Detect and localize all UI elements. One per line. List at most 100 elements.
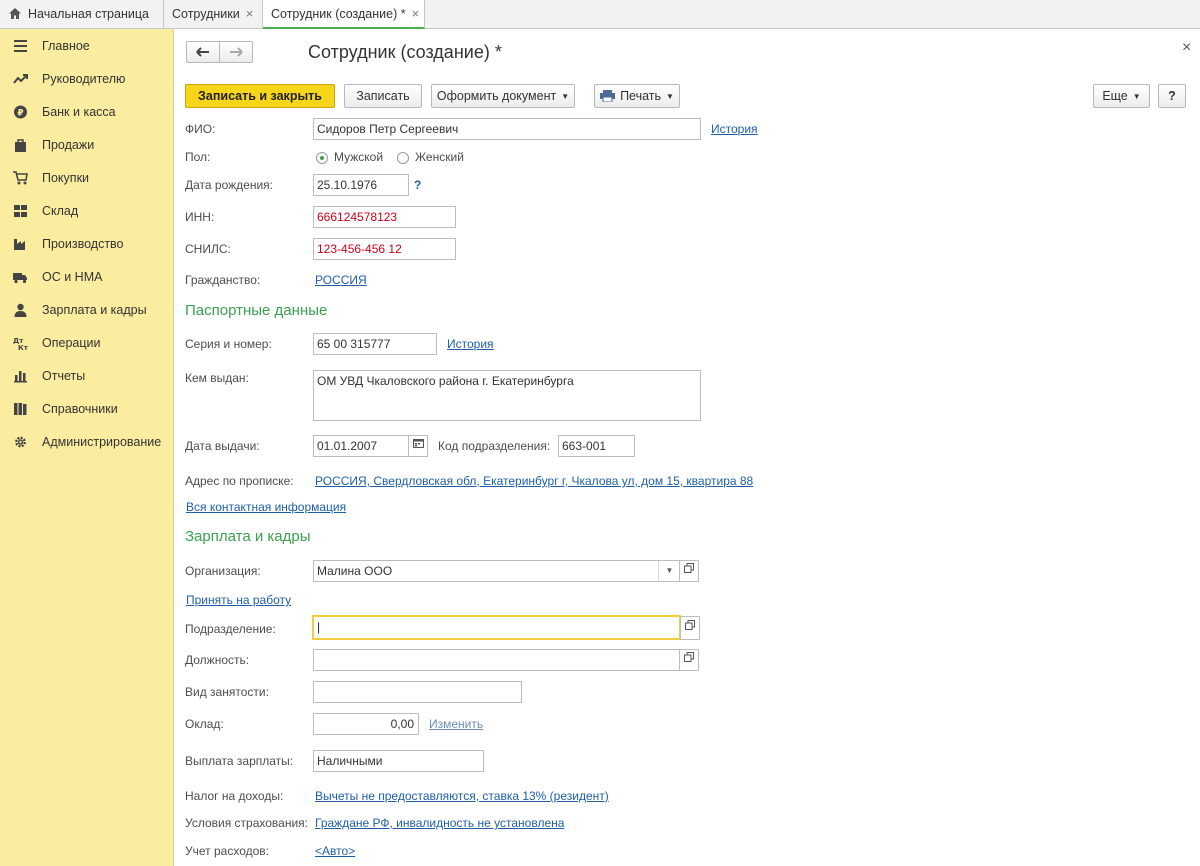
sidebar-item-bank[interactable]: ₽ Банк и касса (0, 100, 173, 124)
organization-open-button[interactable] (679, 560, 699, 582)
sidebar-item-operations[interactable]: Дт Кт Операции (0, 331, 173, 355)
salary-change-link[interactable]: Изменить (429, 717, 483, 731)
calendar-icon (412, 439, 424, 448)
address-link[interactable]: РОССИЯ, Свердловская обл, Екатеринбург г… (315, 474, 753, 488)
citizenship-link[interactable]: РОССИЯ (315, 273, 367, 287)
debit-credit-icon: ДтКт (13, 337, 28, 350)
issued-by-textarea[interactable]: ОМ УВД Чкаловского района г. Екатеринбур… (313, 370, 701, 421)
snils-label: СНИЛС: (185, 242, 231, 256)
sidebar-item-salary[interactable]: Зарплата и кадры (0, 298, 173, 322)
sidebar-item-production[interactable]: Производство (0, 232, 173, 256)
print-label: Печать (620, 89, 662, 103)
salary-label: Оклад: (185, 717, 224, 731)
fio-label: ФИО: (185, 122, 216, 136)
tab-current-label: Сотрудник (создание) * (271, 7, 406, 21)
open-window-icon (685, 620, 695, 630)
close-icon[interactable]: × (412, 6, 420, 21)
more-button[interactable]: Еще ▼ (1093, 84, 1150, 108)
sex-female-radio[interactable] (397, 152, 409, 164)
dropdown-arrow-icon: ▼ (1132, 92, 1141, 101)
page-title: Сотрудник (создание) * (308, 42, 502, 62)
sidebar-item-label: Справочники (42, 402, 118, 416)
position-open-button[interactable] (679, 649, 699, 671)
sidebar-item-label: Администрирование (42, 435, 162, 449)
division-input[interactable]: | (312, 615, 681, 640)
inn-input[interactable]: 666124578123 (313, 206, 456, 228)
help-button[interactable]: ? (1158, 84, 1186, 108)
sidebar-item-reports[interactable]: Отчеты (0, 364, 173, 388)
hire-link[interactable]: Принять на работу (186, 593, 291, 607)
organization-label: Организация: (185, 564, 261, 578)
save-and-close-button[interactable]: Записать и закрыть (185, 84, 335, 108)
fio-input[interactable]: Сидоров Петр Сергеевич (313, 118, 701, 140)
sidebar-item-sales[interactable]: Продажи (0, 133, 173, 157)
warehouse-grid-icon (14, 205, 27, 217)
forward-button[interactable] (219, 41, 253, 63)
expenses-label: Учет расходов: (185, 844, 269, 858)
open-window-icon (684, 652, 694, 662)
birth-date-help-icon[interactable]: ? (414, 178, 421, 192)
sidebar-item-assets[interactable]: ОС и НМА (0, 265, 173, 289)
sex-female-label[interactable]: Женский (415, 150, 464, 164)
snils-input[interactable]: 123-456-456 12 (313, 238, 456, 260)
sidebar-item-directories[interactable]: Справочники (0, 397, 173, 421)
save-button[interactable]: Записать (344, 84, 422, 108)
organization-dropdown-icon[interactable]: ▼ (658, 561, 680, 581)
more-label: Еще (1102, 89, 1128, 103)
sex-male-label[interactable]: Мужской (334, 150, 383, 164)
create-document-label: Оформить документ (436, 89, 557, 103)
salary-section-title: Зарплата и кадры (185, 528, 311, 545)
payout-input[interactable]: Наличными (313, 750, 484, 772)
sidebar-item-purchases[interactable]: Покупки (0, 166, 173, 190)
tab-employees[interactable]: Сотрудники × (164, 0, 263, 28)
calendar-button[interactable] (408, 435, 428, 457)
sidebar-item-admin[interactable]: Администрирование (0, 430, 173, 454)
sidebar-item-warehouse[interactable]: Склад (0, 199, 173, 223)
all-contacts-link[interactable]: Вся контактная информация (186, 500, 346, 514)
sidebar-item-main[interactable]: Главное (0, 34, 173, 58)
organization-input[interactable]: Малина ООО (313, 560, 680, 582)
inn-label: ИНН: (185, 210, 215, 224)
sidebar-item-manager[interactable]: Руководителю (0, 67, 173, 91)
close-form-icon[interactable]: × (1182, 39, 1191, 57)
issued-by-label: Кем выдан: (185, 371, 249, 385)
sidebar: Главное Руководителю ₽ Банк и касса Прод… (0, 29, 174, 866)
income-tax-link[interactable]: Вычеты не предоставляются, ставка 13% (р… (315, 789, 609, 803)
factory-icon (14, 239, 25, 250)
open-window-icon (684, 563, 694, 573)
employment-type-input[interactable] (313, 681, 522, 703)
text-cursor: | (317, 620, 321, 634)
svg-text:₽: ₽ (17, 109, 23, 119)
dropdown-arrow-icon: ▼ (666, 92, 674, 101)
expenses-link[interactable]: <Авто> (315, 844, 355, 858)
tab-bar: Начальная страница Сотрудники × Сотрудник… (0, 0, 1200, 29)
tab-home[interactable]: Начальная страница (0, 0, 164, 28)
issue-date-label: Дата выдачи: (185, 439, 260, 453)
dept-code-input[interactable]: 663-001 (558, 435, 635, 457)
trend-chart-icon (13, 74, 28, 84)
bar-chart-icon (14, 371, 27, 383)
home-icon (9, 8, 21, 19)
sidebar-item-label: Руководителю (42, 72, 126, 86)
passport-series-input[interactable]: 65 00 315777 (313, 333, 437, 355)
sidebar-item-label: Продажи (42, 138, 95, 152)
payout-label: Выплата зарплаты: (185, 754, 294, 768)
tab-employee-create[interactable]: Сотрудник (создание) * × (263, 0, 425, 29)
position-input[interactable] (313, 649, 680, 671)
issue-date-input[interactable]: 01.01.2007 (313, 435, 409, 457)
sidebar-item-label: Отчеты (42, 369, 86, 383)
fio-history-link[interactable]: История (711, 122, 758, 136)
back-button[interactable] (186, 41, 220, 63)
birth-date-input[interactable]: 25.10.1976 (313, 174, 409, 196)
sex-label: Пол: (185, 150, 211, 164)
create-document-button[interactable]: Оформить документ ▼ (431, 84, 575, 108)
close-icon[interactable]: × (246, 6, 254, 21)
salary-input[interactable]: 0,00 (313, 713, 419, 735)
income-tax-label: Налог на доходы: (185, 789, 284, 803)
print-button[interactable]: Печать ▼ (594, 84, 680, 108)
passport-history-link[interactable]: История (447, 337, 494, 351)
arrow-right-icon (230, 47, 243, 57)
insurance-link[interactable]: Граждане РФ, инвалидность не установлена (315, 816, 564, 830)
division-open-button[interactable] (680, 616, 700, 640)
sex-male-radio[interactable] (316, 152, 328, 164)
